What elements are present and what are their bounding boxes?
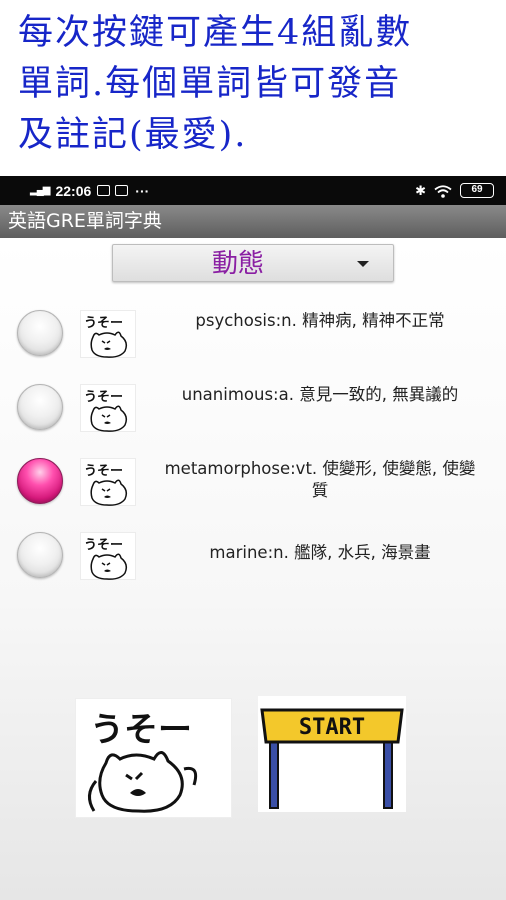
bluetooth-icon: ✱ xyxy=(415,182,426,198)
status-time: 22:06 xyxy=(55,182,92,199)
start-sign-icon: START xyxy=(260,708,404,809)
more-notifications-icon: ··· xyxy=(135,182,150,199)
word-definition[interactable]: metamorphose:vt. 使變形, 使變態, 使變質 xyxy=(160,458,480,502)
word-row: うそー unanimous:a. 意見一致的, 無異議的 xyxy=(0,374,506,448)
favorite-radio[interactable] xyxy=(17,384,63,430)
battery-indicator: 69 xyxy=(460,183,494,198)
pronounce-button[interactable]: うそー xyxy=(80,458,136,506)
start-label: START xyxy=(299,715,365,740)
promo-banner: 每次按鍵可產生4組亂數 單詞.每個單詞皆可發音 及註記(最愛). xyxy=(0,0,506,176)
promo-line-2: 單詞.每個單詞皆可發音 xyxy=(18,64,402,104)
mail-notification-icon xyxy=(97,185,111,196)
cat-favorite-button[interactable]: うそー xyxy=(75,698,232,818)
wifi-icon xyxy=(434,184,452,198)
cat-caption: うそー xyxy=(90,710,192,750)
svg-text:うそー: うそー xyxy=(84,316,123,331)
main-content: 動態 うそー psychosis:n. 精神病, 精神不正常 うそー unanimou… xyxy=(0,238,506,900)
dropdown-arrow-icon xyxy=(357,261,369,267)
start-button[interactable]: START xyxy=(258,696,406,812)
pronounce-button[interactable]: うそー xyxy=(80,532,136,580)
word-definition[interactable]: psychosis:n. 精神病, 精神不正常 xyxy=(160,310,480,332)
svg-text:うそー: うそー xyxy=(84,538,123,553)
word-definition[interactable]: unanimous:a. 意見一致的, 無異議的 xyxy=(160,384,480,406)
promo-line-1: 每次按鍵可產生4組亂數 xyxy=(18,13,413,53)
signal-icon: ▂▄▆ xyxy=(30,185,50,196)
app-title-bar: 英語GRE單詞字典 xyxy=(0,205,506,238)
usoo-cat-icon: うそー xyxy=(84,390,128,432)
word-definition[interactable]: marine:n. 艦隊, 水兵, 海景畫 xyxy=(160,542,480,564)
pronounce-button[interactable]: うそー xyxy=(80,310,136,358)
word-row: うそー psychosis:n. 精神病, 精神不正常 xyxy=(0,300,506,374)
favorite-radio[interactable] xyxy=(17,532,63,578)
promo-line-3: 及註記(最愛). xyxy=(18,115,248,155)
category-dropdown-value: 動態 xyxy=(211,249,264,279)
message-notification-icon xyxy=(115,185,129,196)
pronounce-button[interactable]: うそー xyxy=(80,384,136,432)
svg-text:うそー: うそー xyxy=(84,464,123,479)
word-row: うそー metamorphose:vt. 使變形, 使變態, 使變質 xyxy=(0,448,506,522)
app-title: 英語GRE單詞字典 xyxy=(8,210,162,232)
status-bar: ▂▄▆ 22:06 ··· ✱ 69 xyxy=(0,176,506,205)
usoo-cat-icon: うそー xyxy=(84,464,128,506)
favorite-radio[interactable] xyxy=(17,310,63,356)
usoo-cat-icon: うそー xyxy=(84,316,128,358)
svg-text:うそー: うそー xyxy=(84,390,123,405)
usoo-cat-icon: うそー xyxy=(88,710,198,813)
category-dropdown[interactable]: 動態 xyxy=(112,244,394,282)
favorite-radio[interactable] xyxy=(17,458,63,504)
usoo-cat-icon: うそー xyxy=(84,538,128,580)
word-row: うそー marine:n. 艦隊, 水兵, 海景畫 xyxy=(0,522,506,596)
